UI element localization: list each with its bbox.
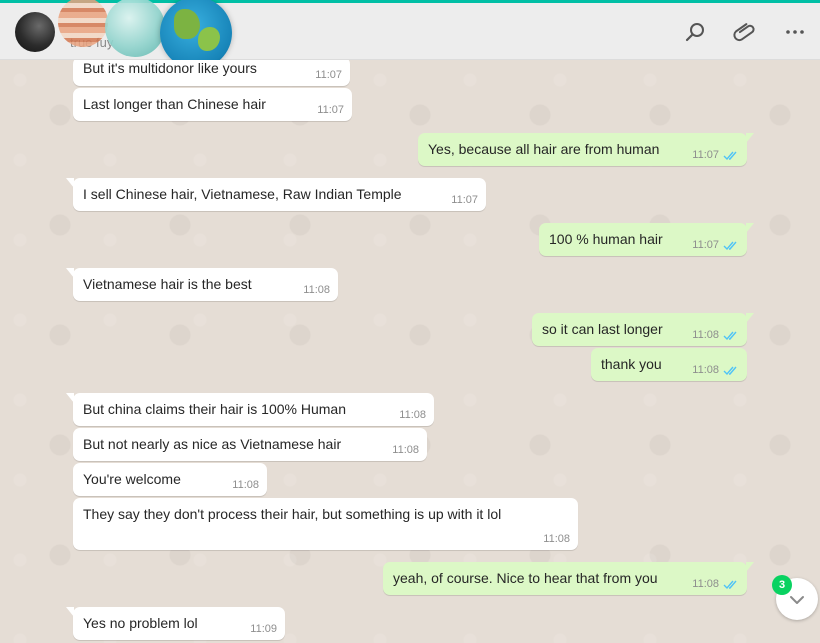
message-outgoing[interactable]: so it can last longer 11:08 [532, 313, 754, 346]
message-time: 11:09 [250, 623, 277, 635]
read-ticks-icon [723, 241, 737, 251]
message-outgoing[interactable]: Yes, because all hair are from human 11:… [418, 133, 754, 166]
message-time: 11:08 [543, 533, 570, 545]
message-time: 11:08 [392, 444, 419, 456]
planet-sticker-ice [105, 0, 165, 57]
message-incoming[interactable]: But not nearly as nice as Vietnamese hai… [73, 428, 427, 461]
message-incoming[interactable]: They say they don't process their hair, … [73, 498, 578, 550]
message-text: yeah, of course. Nice to hear that from … [393, 570, 658, 586]
read-ticks-icon [723, 580, 737, 590]
message-text: But it's multidonor like yours [83, 60, 257, 76]
message-time: 11:08 [232, 479, 259, 491]
chat-header: true fuy [0, 0, 820, 69]
message-incoming[interactable]: Last longer than Chinese hair 11:07 [73, 88, 352, 121]
message-time: 11:07 [451, 194, 478, 206]
message-time: 11:07 [315, 69, 342, 81]
search-icon[interactable] [683, 20, 707, 44]
contact-avatar[interactable] [15, 12, 55, 52]
message-text: Vietnamese hair is the best [83, 276, 252, 292]
message-text: You're welcome [83, 471, 181, 487]
message-outgoing[interactable]: yeah, of course. Nice to hear that from … [383, 562, 754, 595]
message-incoming[interactable]: I sell Chinese hair, Vietnamese, Raw Ind… [66, 178, 486, 211]
message-text: 100 % human hair [549, 231, 663, 247]
message-list[interactable]: But it's multidonor like yours 11:07 Las… [0, 60, 820, 643]
message-text: Yes, because all hair are from human [428, 141, 660, 157]
message-text: They say they don't process their hair, … [83, 506, 502, 522]
message-text: I sell Chinese hair, Vietnamese, Raw Ind… [83, 186, 402, 202]
more-options-icon[interactable] [783, 20, 807, 44]
message-incoming[interactable]: But china claims their hair is 100% Huma… [66, 393, 434, 426]
message-text: Last longer than Chinese hair [83, 96, 266, 112]
message-time: 11:08 [692, 329, 719, 341]
message-time: 11:08 [692, 364, 719, 376]
message-time: 11:08 [303, 284, 330, 296]
read-ticks-icon [723, 366, 737, 376]
earth-globe-sticker [160, 0, 232, 69]
message-text: But not nearly as nice as Vietnamese hai… [83, 436, 342, 452]
message-outgoing[interactable]: thank you 11:08 [591, 348, 747, 381]
message-text: thank you [601, 356, 662, 372]
message-text: so it can last longer [542, 321, 663, 337]
message-time: 11:07 [692, 239, 719, 251]
paperclip-icon[interactable] [733, 20, 757, 44]
message-time: 11:08 [692, 578, 719, 590]
message-time: 11:07 [692, 149, 719, 161]
message-time: 11:07 [317, 104, 344, 116]
read-ticks-icon [723, 331, 737, 341]
unread-count-badge: 3 [772, 575, 792, 595]
message-time: 11:08 [399, 409, 426, 421]
message-text: But china claims their hair is 100% Huma… [83, 401, 347, 417]
message-incoming[interactable]: Yes no problem lol 11:09 [66, 607, 285, 640]
message-incoming[interactable]: You're welcome 11:08 [73, 463, 267, 496]
message-outgoing[interactable]: 100 % human hair 11:07 [539, 223, 754, 256]
message-incoming[interactable]: Vietnamese hair is the best 11:08 [66, 268, 338, 301]
message-incoming[interactable]: But it's multidonor like yours 11:07 [73, 60, 350, 86]
message-text: Yes no problem lol [83, 615, 198, 631]
read-ticks-icon [723, 151, 737, 161]
